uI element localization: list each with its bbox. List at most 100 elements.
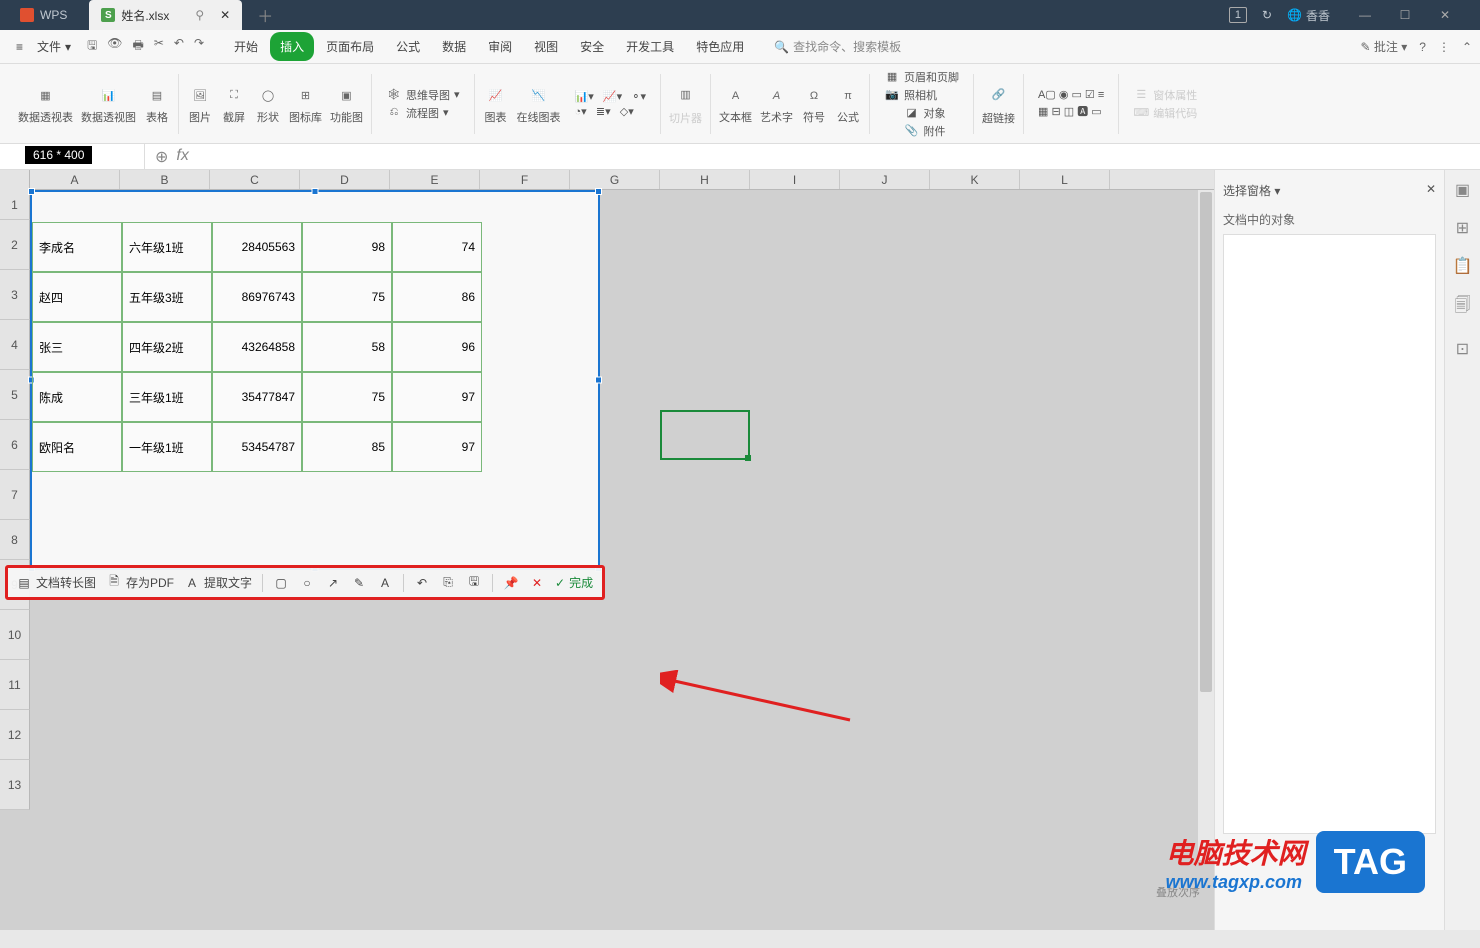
camera-button[interactable]: 📷照相机 <box>884 87 959 103</box>
smartchart-button[interactable]: ▣功能图 <box>330 83 363 125</box>
app-menu-icon[interactable]: ≡ <box>8 36 31 58</box>
col-header[interactable]: J <box>840 170 930 189</box>
undo-tool-icon[interactable]: ↶ <box>414 575 430 591</box>
col-header[interactable]: E <box>390 170 480 189</box>
spreadsheet-grid[interactable]: A B C D E F G H I J K L 1 2 3 4 5 6 7 8 … <box>0 170 1214 930</box>
cell[interactable]: 李成名 <box>32 222 122 272</box>
copy-tool-icon[interactable]: ⎘ <box>440 575 456 591</box>
tab-view[interactable]: 视图 <box>524 32 568 61</box>
maximize-button[interactable]: ☐ <box>1385 0 1425 30</box>
print-icon[interactable]: 🖶 <box>133 36 144 57</box>
header-footer-button[interactable]: ▦页眉和页脚 <box>884 69 959 85</box>
save-tool-icon[interactable]: 🖫 <box>466 575 482 591</box>
row-header[interactable]: 10 <box>0 610 30 660</box>
col-header[interactable]: I <box>750 170 840 189</box>
resize-handle[interactable] <box>595 377 602 384</box>
cell[interactable]: 75 <box>302 272 392 322</box>
collapse-ribbon-icon[interactable]: ⌃ <box>1462 40 1472 54</box>
cell[interactable]: 赵四 <box>32 272 122 322</box>
cell[interactable]: 86 <box>392 272 482 322</box>
properties-icon[interactable]: ⊞ <box>1456 218 1469 238</box>
cell[interactable]: 五年级3班 <box>122 272 212 322</box>
minimize-button[interactable]: — <box>1345 0 1385 30</box>
col-header[interactable]: F <box>480 170 570 189</box>
row-header[interactable]: 4 <box>0 320 30 370</box>
more-tools-icon[interactable]: ⊡ <box>1456 339 1469 359</box>
col-header[interactable]: C <box>210 170 300 189</box>
pivot-chart-button[interactable]: 📊数据透视图 <box>81 83 136 125</box>
pivot-table-button[interactable]: ▦数据透视表 <box>18 83 73 125</box>
panel-close-icon[interactable]: ✕ <box>1426 182 1436 199</box>
col-header[interactable]: B <box>120 170 210 189</box>
help-icon[interactable]: ? <box>1419 40 1426 54</box>
cell[interactable]: 97 <box>392 372 482 422</box>
col-header[interactable]: A <box>30 170 120 189</box>
pin-tool-icon[interactable]: 📌 <box>503 575 519 591</box>
circle-tool-icon[interactable]: ○ <box>299 575 315 591</box>
cell[interactable]: 一年级1班 <box>122 422 212 472</box>
col-header[interactable]: L <box>1020 170 1110 189</box>
cell[interactable]: 六年级1班 <box>122 222 212 272</box>
annotate-button[interactable]: ✎ 批注 ▾ <box>1360 38 1407 55</box>
col-header[interactable]: K <box>930 170 1020 189</box>
undo-icon[interactable]: ↶ <box>174 36 184 57</box>
form-controls-2[interactable]: ▦ ⊟ ◫ 🅰 ▭ <box>1038 103 1104 119</box>
text-tool-icon[interactable]: A <box>377 575 393 591</box>
col-header[interactable]: D <box>300 170 390 189</box>
cells-area[interactable]: 李成名 六年级1班 28405563 98 74 赵四 五年级3班 869767… <box>30 190 1214 810</box>
cell[interactable]: 43264858 <box>212 322 302 372</box>
resize-handle[interactable] <box>28 377 35 384</box>
tab-formula[interactable]: 公式 <box>386 32 430 61</box>
print-preview-icon[interactable]: 👁 <box>107 36 122 57</box>
select-all-corner[interactable] <box>0 170 30 190</box>
vertical-scrollbar[interactable] <box>1198 190 1214 860</box>
symbol-button[interactable]: Ω符号 <box>801 83 827 125</box>
document-tab[interactable]: S 姓名.xlsx ⚲ ✕ <box>89 0 242 30</box>
done-button[interactable]: ✓ 完成 <box>555 574 593 591</box>
cell[interactable]: 96 <box>392 322 482 372</box>
tab-close-icon[interactable]: ✕ <box>220 8 230 22</box>
tab-insert[interactable]: 插入 <box>270 32 314 61</box>
more-icon[interactable]: ⋮ <box>1438 40 1450 54</box>
tab-special[interactable]: 特色应用 <box>686 32 754 61</box>
fx-icon[interactable]: fx <box>176 147 188 167</box>
col-header[interactable]: G <box>570 170 660 189</box>
screenshot-button[interactable]: ⛶截屏 <box>221 83 247 125</box>
save-pdf-button[interactable]: 🗎存为PDF <box>106 574 174 591</box>
backup-icon[interactable]: 🗐 <box>1455 294 1471 321</box>
formula-input[interactable] <box>199 147 1480 167</box>
tab-data[interactable]: 数据 <box>432 32 476 61</box>
resize-handle[interactable] <box>28 188 35 195</box>
tab-page-layout[interactable]: 页面布局 <box>316 32 384 61</box>
cell[interactable]: 陈成 <box>32 372 122 422</box>
form-controls[interactable]: A▢ ◉ ▭ ☑ ≡ <box>1038 88 1104 101</box>
bar-chart-type[interactable]: 📊▾ 📈▾ ⚬▾ <box>575 90 647 103</box>
table-button[interactable]: ▤表格 <box>144 83 170 125</box>
tab-security[interactable]: 安全 <box>570 32 614 61</box>
extract-text-button[interactable]: A提取文字 <box>184 574 252 591</box>
attachment-button[interactable]: 📎附件 <box>904 123 946 139</box>
equation-button[interactable]: π公式 <box>835 83 861 125</box>
picture-button[interactable]: 🖼图片 <box>187 83 213 125</box>
search-box[interactable]: 🔍 查找命令、搜索模板 <box>774 38 901 55</box>
file-menu[interactable]: 文件 ▾ <box>31 34 77 59</box>
doc-to-longpic-button[interactable]: ▤文档转长图 <box>16 574 96 591</box>
chart-button[interactable]: 📈图表 <box>483 83 509 125</box>
arrow-tool-icon[interactable]: ↗ <box>325 575 341 591</box>
tab-start[interactable]: 开始 <box>224 32 268 61</box>
online-chart-button[interactable]: 📉在线图表 <box>517 83 561 125</box>
tab-review[interactable]: 审阅 <box>478 32 522 61</box>
row-header[interactable]: 8 <box>0 520 30 560</box>
cell[interactable]: 35477847 <box>212 372 302 422</box>
window-badge[interactable]: 1 <box>1229 7 1247 23</box>
name-box[interactable]: 616 * 400 <box>0 144 145 169</box>
save-icon[interactable]: 🖫 <box>87 36 97 57</box>
redo-icon[interactable]: ↷ <box>194 36 204 57</box>
cell[interactable]: 75 <box>302 372 392 422</box>
iconlib-button[interactable]: ⊞图标库 <box>289 83 322 125</box>
user-avatar-icon[interactable]: 🌐 香香 <box>1287 7 1330 24</box>
cell[interactable]: 三年级1班 <box>122 372 212 422</box>
cut-icon[interactable]: ✂ <box>154 36 164 57</box>
row-header[interactable]: 3 <box>0 270 30 320</box>
object-button[interactable]: ◪对象 <box>904 105 946 121</box>
